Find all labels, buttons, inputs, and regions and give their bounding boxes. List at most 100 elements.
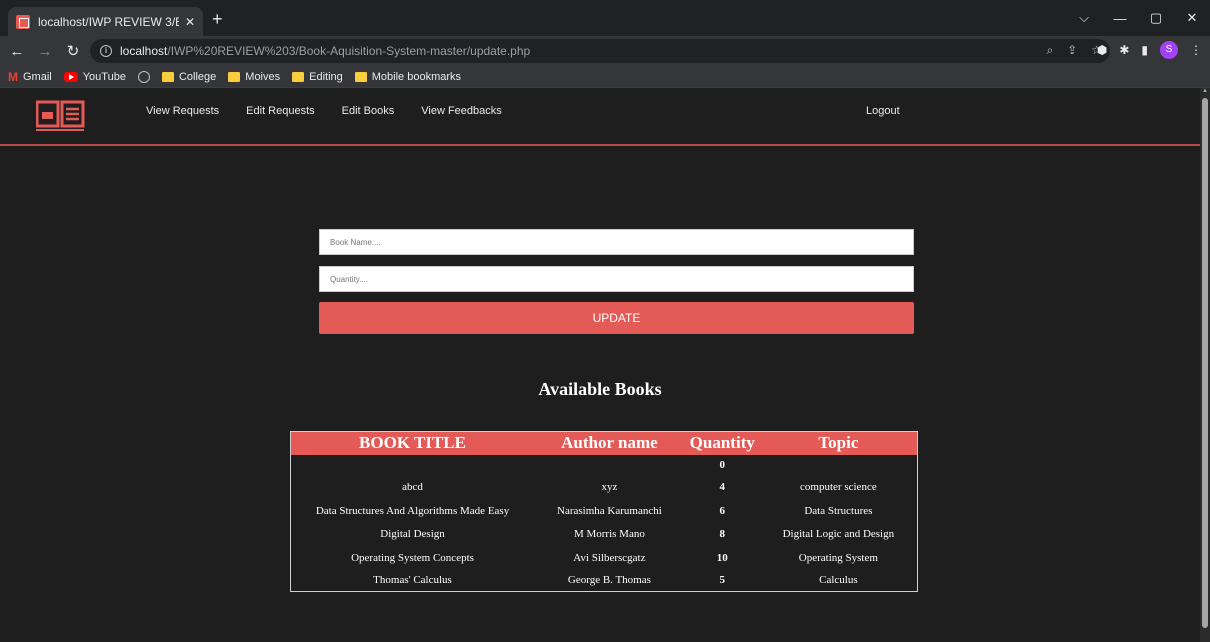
- tab-close-icon[interactable]: ✕: [185, 15, 195, 29]
- bookmark-label: College: [178, 70, 217, 83]
- window-controls: ⌵ — ▢ ✕: [1066, 0, 1210, 36]
- nav-view-feedbacks[interactable]: View Feedbacks: [421, 105, 502, 117]
- bookmark-label: Gmail: [23, 70, 52, 83]
- close-window-icon[interactable]: ✕: [1174, 10, 1210, 26]
- browser-tab[interactable]: localhost/IWP REVIEW 3/Book-A ✕: [8, 7, 203, 36]
- table-row: 0: [291, 455, 918, 476]
- folder-icon: [292, 71, 305, 82]
- bookmark-label: YouTube: [82, 70, 126, 83]
- cell-quantity: 0: [719, 459, 726, 471]
- youtube-icon: [63, 71, 78, 82]
- table-row: abcd xyz 4 computer science: [291, 476, 918, 500]
- bookmark-youtube[interactable]: YouTube: [63, 70, 126, 83]
- info-icon[interactable]: i: [100, 45, 112, 57]
- cell-topic: Calculus: [819, 574, 858, 587]
- site-navbar: View Requests Edit Requests Edit Books V…: [0, 88, 1200, 146]
- logout-link[interactable]: Logout: [866, 105, 900, 117]
- cell-author: xyz: [601, 481, 618, 494]
- gmail-icon: M: [8, 69, 18, 84]
- table-row: Digital Design M Morris Mano 8 Digital L…: [291, 523, 918, 547]
- column-header-book-title: BOOK TITLE: [359, 433, 466, 453]
- restore-icon[interactable]: ▢: [1138, 10, 1174, 26]
- cell-book-title: Digital Design: [380, 528, 445, 541]
- puzzle-icon[interactable]: ✱: [1119, 43, 1129, 57]
- nav-edit-requests[interactable]: Edit Requests: [246, 105, 314, 117]
- address-bar[interactable]: i localhost /IWP%20REVIEW%203/Book-Aquis…: [90, 39, 1110, 63]
- bookmark-label: Mobile bookmarks: [371, 70, 462, 83]
- bookmark-editing[interactable]: Editing: [292, 71, 343, 83]
- cell-book-title: Thomas' Calculus: [373, 574, 452, 587]
- bookmarks-bar: M Gmail YouTube College Moives Editing M…: [0, 66, 1210, 88]
- bookmark-label: Moives: [245, 70, 281, 83]
- minimize-icon[interactable]: —: [1102, 11, 1138, 26]
- bookmark-mobile[interactable]: Mobile bookmarks: [354, 70, 462, 83]
- share-icon[interactable]: ⇪: [1067, 43, 1077, 58]
- scrollbar-thumb[interactable]: [1202, 98, 1208, 628]
- cell-author: Narasimha Karumanchi: [557, 504, 662, 517]
- folder-icon: [161, 71, 174, 82]
- book-name-input[interactable]: [319, 229, 914, 255]
- cell-author: [534, 455, 685, 476]
- side-panel-icon[interactable]: ▮: [1141, 43, 1148, 57]
- table-row: Data Structures And Algorithms Made Easy…: [291, 499, 918, 523]
- browser-titlebar: localhost/IWP REVIEW 3/Book-A ✕ + ⌵ — ▢ …: [0, 0, 1210, 36]
- cell-quantity: 6: [719, 504, 726, 517]
- cell-book-title: Operating System Concepts: [351, 551, 474, 564]
- bookmark-label: Editing: [309, 70, 343, 83]
- nav-links: View Requests Edit Requests Edit Books V…: [146, 105, 502, 117]
- reload-icon[interactable]: ↻: [62, 42, 84, 60]
- cell-topic: Data Structures: [804, 504, 873, 517]
- bookmark-globe[interactable]: [137, 70, 150, 83]
- table-row: Operating System Concepts Avi Silberscga…: [291, 546, 918, 570]
- tab-search-icon[interactable]: ⌵: [1066, 10, 1102, 26]
- update-button[interactable]: UPDATE: [319, 302, 914, 334]
- table-row: Thomas' Calculus George B. Thomas 5 Calc…: [291, 570, 918, 592]
- new-tab-icon[interactable]: +: [212, 10, 223, 28]
- bookmark-college[interactable]: College: [161, 70, 217, 83]
- cell-author: Avi Silberscgatz: [573, 551, 646, 564]
- cell-topic: Operating System: [798, 551, 878, 564]
- available-books-heading: Available Books: [538, 379, 662, 399]
- books-table: BOOK TITLE Author name Quantity Topic 0 …: [290, 431, 918, 592]
- nav-view-requests[interactable]: View Requests: [146, 105, 219, 117]
- cell-quantity: 4: [719, 481, 726, 494]
- book-logo-icon[interactable]: [36, 100, 86, 132]
- tab-title: localhost/IWP REVIEW 3/Book-A: [38, 14, 179, 29]
- cell-author: George B. Thomas: [567, 574, 651, 587]
- column-header-author: Author name: [561, 433, 658, 453]
- cell-book-title: Data Structures And Algorithms Made Easy: [315, 504, 510, 517]
- globe-icon: [137, 70, 150, 83]
- page-scrollbar[interactable]: ▲: [1200, 88, 1210, 642]
- cell-quantity: 8: [719, 528, 726, 541]
- cell-quantity: 10: [716, 551, 728, 564]
- column-header-quantity: Quantity: [689, 433, 755, 453]
- folder-icon: [228, 71, 241, 82]
- extension-icon[interactable]: ⬢: [1097, 43, 1107, 57]
- table-header-row: BOOK TITLE Author name Quantity Topic: [290, 431, 918, 455]
- column-header-topic: Topic: [818, 433, 859, 453]
- scroll-up-icon[interactable]: ▲: [1202, 88, 1208, 94]
- update-form: UPDATE: [319, 229, 914, 334]
- back-icon[interactable]: ←: [6, 43, 28, 60]
- menu-icon[interactable]: ⋮: [1190, 43, 1202, 57]
- cell-topic: Digital Logic and Design: [782, 528, 895, 541]
- cell-book-title: abcd: [402, 481, 423, 494]
- cell-book-title: [291, 455, 535, 476]
- cell-quantity: 5: [719, 574, 726, 587]
- profile-avatar[interactable]: S: [1160, 41, 1178, 59]
- quantity-input[interactable]: [319, 266, 914, 292]
- cell-author: M Morris Mano: [573, 528, 645, 541]
- bookmark-moives[interactable]: Moives: [228, 71, 280, 83]
- tab-favicon-icon: [16, 14, 30, 29]
- nav-edit-books[interactable]: Edit Books: [342, 105, 395, 117]
- omnibox-actions: ⌕ ⇪ ☆: [1046, 43, 1102, 58]
- bookmark-gmail[interactable]: M Gmail: [8, 70, 52, 84]
- cell-topic: computer science: [800, 481, 877, 494]
- extensions-area: ⬢ ✱ ▮ S ⋮: [1097, 41, 1202, 59]
- url-host: localhost: [120, 44, 168, 58]
- url-path: /IWP%20REVIEW%203/Book-Aquisition-System…: [167, 44, 531, 58]
- forward-icon[interactable]: →: [34, 43, 56, 60]
- page-content: View Requests Edit Requests Edit Books V…: [0, 88, 1200, 642]
- cell-topic: [760, 455, 918, 476]
- zoom-icon[interactable]: ⌕: [1046, 43, 1053, 58]
